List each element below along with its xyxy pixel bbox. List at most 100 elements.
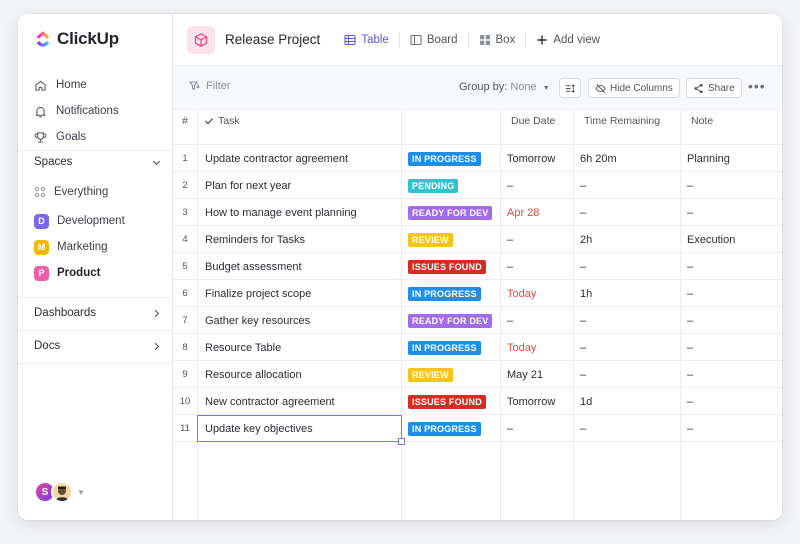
status-cell[interactable]: REVIEW xyxy=(408,226,453,253)
sidebar-item-everything[interactable]: Everything xyxy=(34,183,108,201)
table-row[interactable]: 5 Budget assessment ISSUES FOUND – – – xyxy=(173,253,782,280)
task-name[interactable]: Finalize project scope xyxy=(205,280,311,307)
task-name[interactable]: Resource allocation xyxy=(205,361,302,388)
sidebar-item-docs[interactable]: Docs xyxy=(34,337,162,355)
note[interactable]: – xyxy=(687,199,693,226)
task-name[interactable]: Budget assessment xyxy=(205,253,302,280)
time-remaining[interactable]: – xyxy=(580,361,586,388)
sidebar-item-notifications[interactable]: Notifications xyxy=(34,102,119,120)
table-row[interactable]: 7 Gather key resources READY FOR DEV – – – xyxy=(173,307,782,334)
time-remaining[interactable]: 6h 20m xyxy=(580,145,617,172)
time-remaining[interactable]: 1d xyxy=(580,388,592,415)
due-date[interactable]: Today xyxy=(507,334,536,361)
sort-columns-button[interactable] xyxy=(559,78,581,98)
sidebar-item-home[interactable]: Home xyxy=(34,76,87,94)
share-button[interactable]: Share xyxy=(686,78,742,98)
due-date[interactable]: Tomorrow xyxy=(507,145,555,172)
column-header-time-remaining[interactable]: Time Remaining xyxy=(584,110,660,131)
table-row[interactable]: 10 New contractor agreement ISSUES FOUND To… xyxy=(173,388,782,415)
due-date[interactable]: May 21 xyxy=(507,361,543,388)
note[interactable]: Planning xyxy=(687,145,730,172)
add-view-button[interactable]: Add view xyxy=(526,30,610,50)
table-row[interactable]: 2 Plan for next year PENDING – – – xyxy=(173,172,782,199)
status-cell[interactable]: ISSUES FOUND xyxy=(408,388,486,415)
status-cell[interactable]: IN PROGRESS xyxy=(408,334,481,361)
time-remaining[interactable]: 2h xyxy=(580,226,592,253)
note[interactable]: – xyxy=(687,172,693,199)
due-date[interactable]: Apr 28 xyxy=(507,199,539,226)
note[interactable]: Execution xyxy=(687,226,735,253)
column-header-note[interactable]: Note xyxy=(691,110,713,131)
status-cell[interactable]: REVIEW xyxy=(408,361,453,388)
time-remaining[interactable]: – xyxy=(580,307,586,334)
row-number: 9 xyxy=(182,369,188,380)
status-badge: ISSUES FOUND xyxy=(408,394,486,409)
selected-cell[interactable] xyxy=(197,415,405,445)
status-cell[interactable]: READY FOR DEV xyxy=(408,307,493,334)
tab-box[interactable]: Box xyxy=(469,30,526,50)
note[interactable]: – xyxy=(687,388,693,415)
note[interactable]: – xyxy=(687,361,693,388)
due-date[interactable]: – xyxy=(507,253,513,280)
note[interactable]: – xyxy=(687,253,693,280)
sidebar-item-label: Home xyxy=(56,79,87,91)
task-name[interactable]: New contractor agreement xyxy=(205,388,335,415)
dashboards-label: Dashboards xyxy=(34,307,97,319)
due-date[interactable]: – xyxy=(507,172,513,199)
status-cell[interactable]: IN PROGRESS xyxy=(408,415,481,442)
clickup-logo[interactable]: ClickUp xyxy=(34,28,119,50)
sidebar-item-product[interactable]: P Product xyxy=(34,264,100,282)
sidebar-item-marketing[interactable]: M Marketing xyxy=(34,238,108,256)
table-row[interactable]: 4 Reminders for Tasks REVIEW – 2h Execution xyxy=(173,226,782,253)
note[interactable]: – xyxy=(687,280,693,307)
time-remaining[interactable]: – xyxy=(580,253,586,280)
table-row[interactable]: 9 Resource allocation REVIEW May 21 – – xyxy=(173,361,782,388)
table-row[interactable]: 3 How to manage event planning READY FOR D… xyxy=(173,199,782,226)
time-remaining[interactable]: – xyxy=(580,415,586,442)
status-badge: PENDING xyxy=(408,178,459,193)
due-date[interactable]: – xyxy=(507,307,513,334)
filter-button[interactable]: Filter xyxy=(189,80,230,92)
group-by-select[interactable]: Group by: None ▼ xyxy=(459,81,550,93)
status-cell[interactable]: ISSUES FOUND xyxy=(408,253,486,280)
filter-icon xyxy=(189,81,200,91)
status-cell[interactable]: READY FOR DEV xyxy=(408,199,493,226)
column-header-due-date[interactable]: Due Date xyxy=(511,110,555,131)
due-date[interactable]: Tomorrow xyxy=(507,388,555,415)
spaces-header[interactable]: Spaces xyxy=(34,153,162,171)
status-cell[interactable]: IN PROGRESS xyxy=(408,280,481,307)
time-remaining[interactable]: – xyxy=(580,172,586,199)
status-cell[interactable]: IN PROGRESS xyxy=(408,145,481,172)
table-row[interactable]: 8 Resource Table IN PROGRESS Today – – xyxy=(173,334,782,361)
task-name[interactable]: Resource Table xyxy=(205,334,281,361)
user-menu[interactable]: S ▼ xyxy=(34,481,85,503)
due-date[interactable]: Today xyxy=(507,280,536,307)
task-name[interactable]: Gather key resources xyxy=(205,307,310,334)
table-row[interactable]: 1 Update contractor agreement IN PROGRESS T… xyxy=(173,145,782,172)
status-cell[interactable]: PENDING xyxy=(408,172,459,199)
sidebar-item-development[interactable]: D Development xyxy=(34,212,125,230)
more-options-icon[interactable]: ••• xyxy=(748,78,766,94)
column-header-task[interactable]: Task xyxy=(204,110,240,131)
time-remaining[interactable]: – xyxy=(580,334,586,361)
note[interactable]: – xyxy=(687,307,693,334)
due-date[interactable]: – xyxy=(507,415,513,442)
sidebar-item-goals[interactable]: Goals xyxy=(34,128,86,146)
note[interactable]: – xyxy=(687,415,693,442)
time-remaining[interactable]: – xyxy=(580,199,586,226)
task-name[interactable]: Reminders for Tasks xyxy=(205,226,305,253)
due-date[interactable]: – xyxy=(507,226,513,253)
fill-handle[interactable] xyxy=(398,438,405,445)
sidebar-item-dashboards[interactable]: Dashboards xyxy=(34,304,162,322)
note[interactable]: – xyxy=(687,334,693,361)
table-row[interactable]: 6 Finalize project scope IN PROGRESS Today 1… xyxy=(173,280,782,307)
hide-columns-button[interactable]: Hide Columns xyxy=(588,78,680,98)
task-name[interactable]: Plan for next year xyxy=(205,172,291,199)
task-name[interactable]: How to manage event planning xyxy=(205,199,357,226)
sidebar-item-label: Goals xyxy=(56,131,87,143)
task-name[interactable]: Update contractor agreement xyxy=(205,145,348,172)
time-remaining[interactable]: 1h xyxy=(580,280,592,307)
chevron-down-icon[interactable] xyxy=(151,157,162,168)
tab-table[interactable]: Table xyxy=(334,30,399,50)
tab-board[interactable]: Board xyxy=(400,30,468,50)
